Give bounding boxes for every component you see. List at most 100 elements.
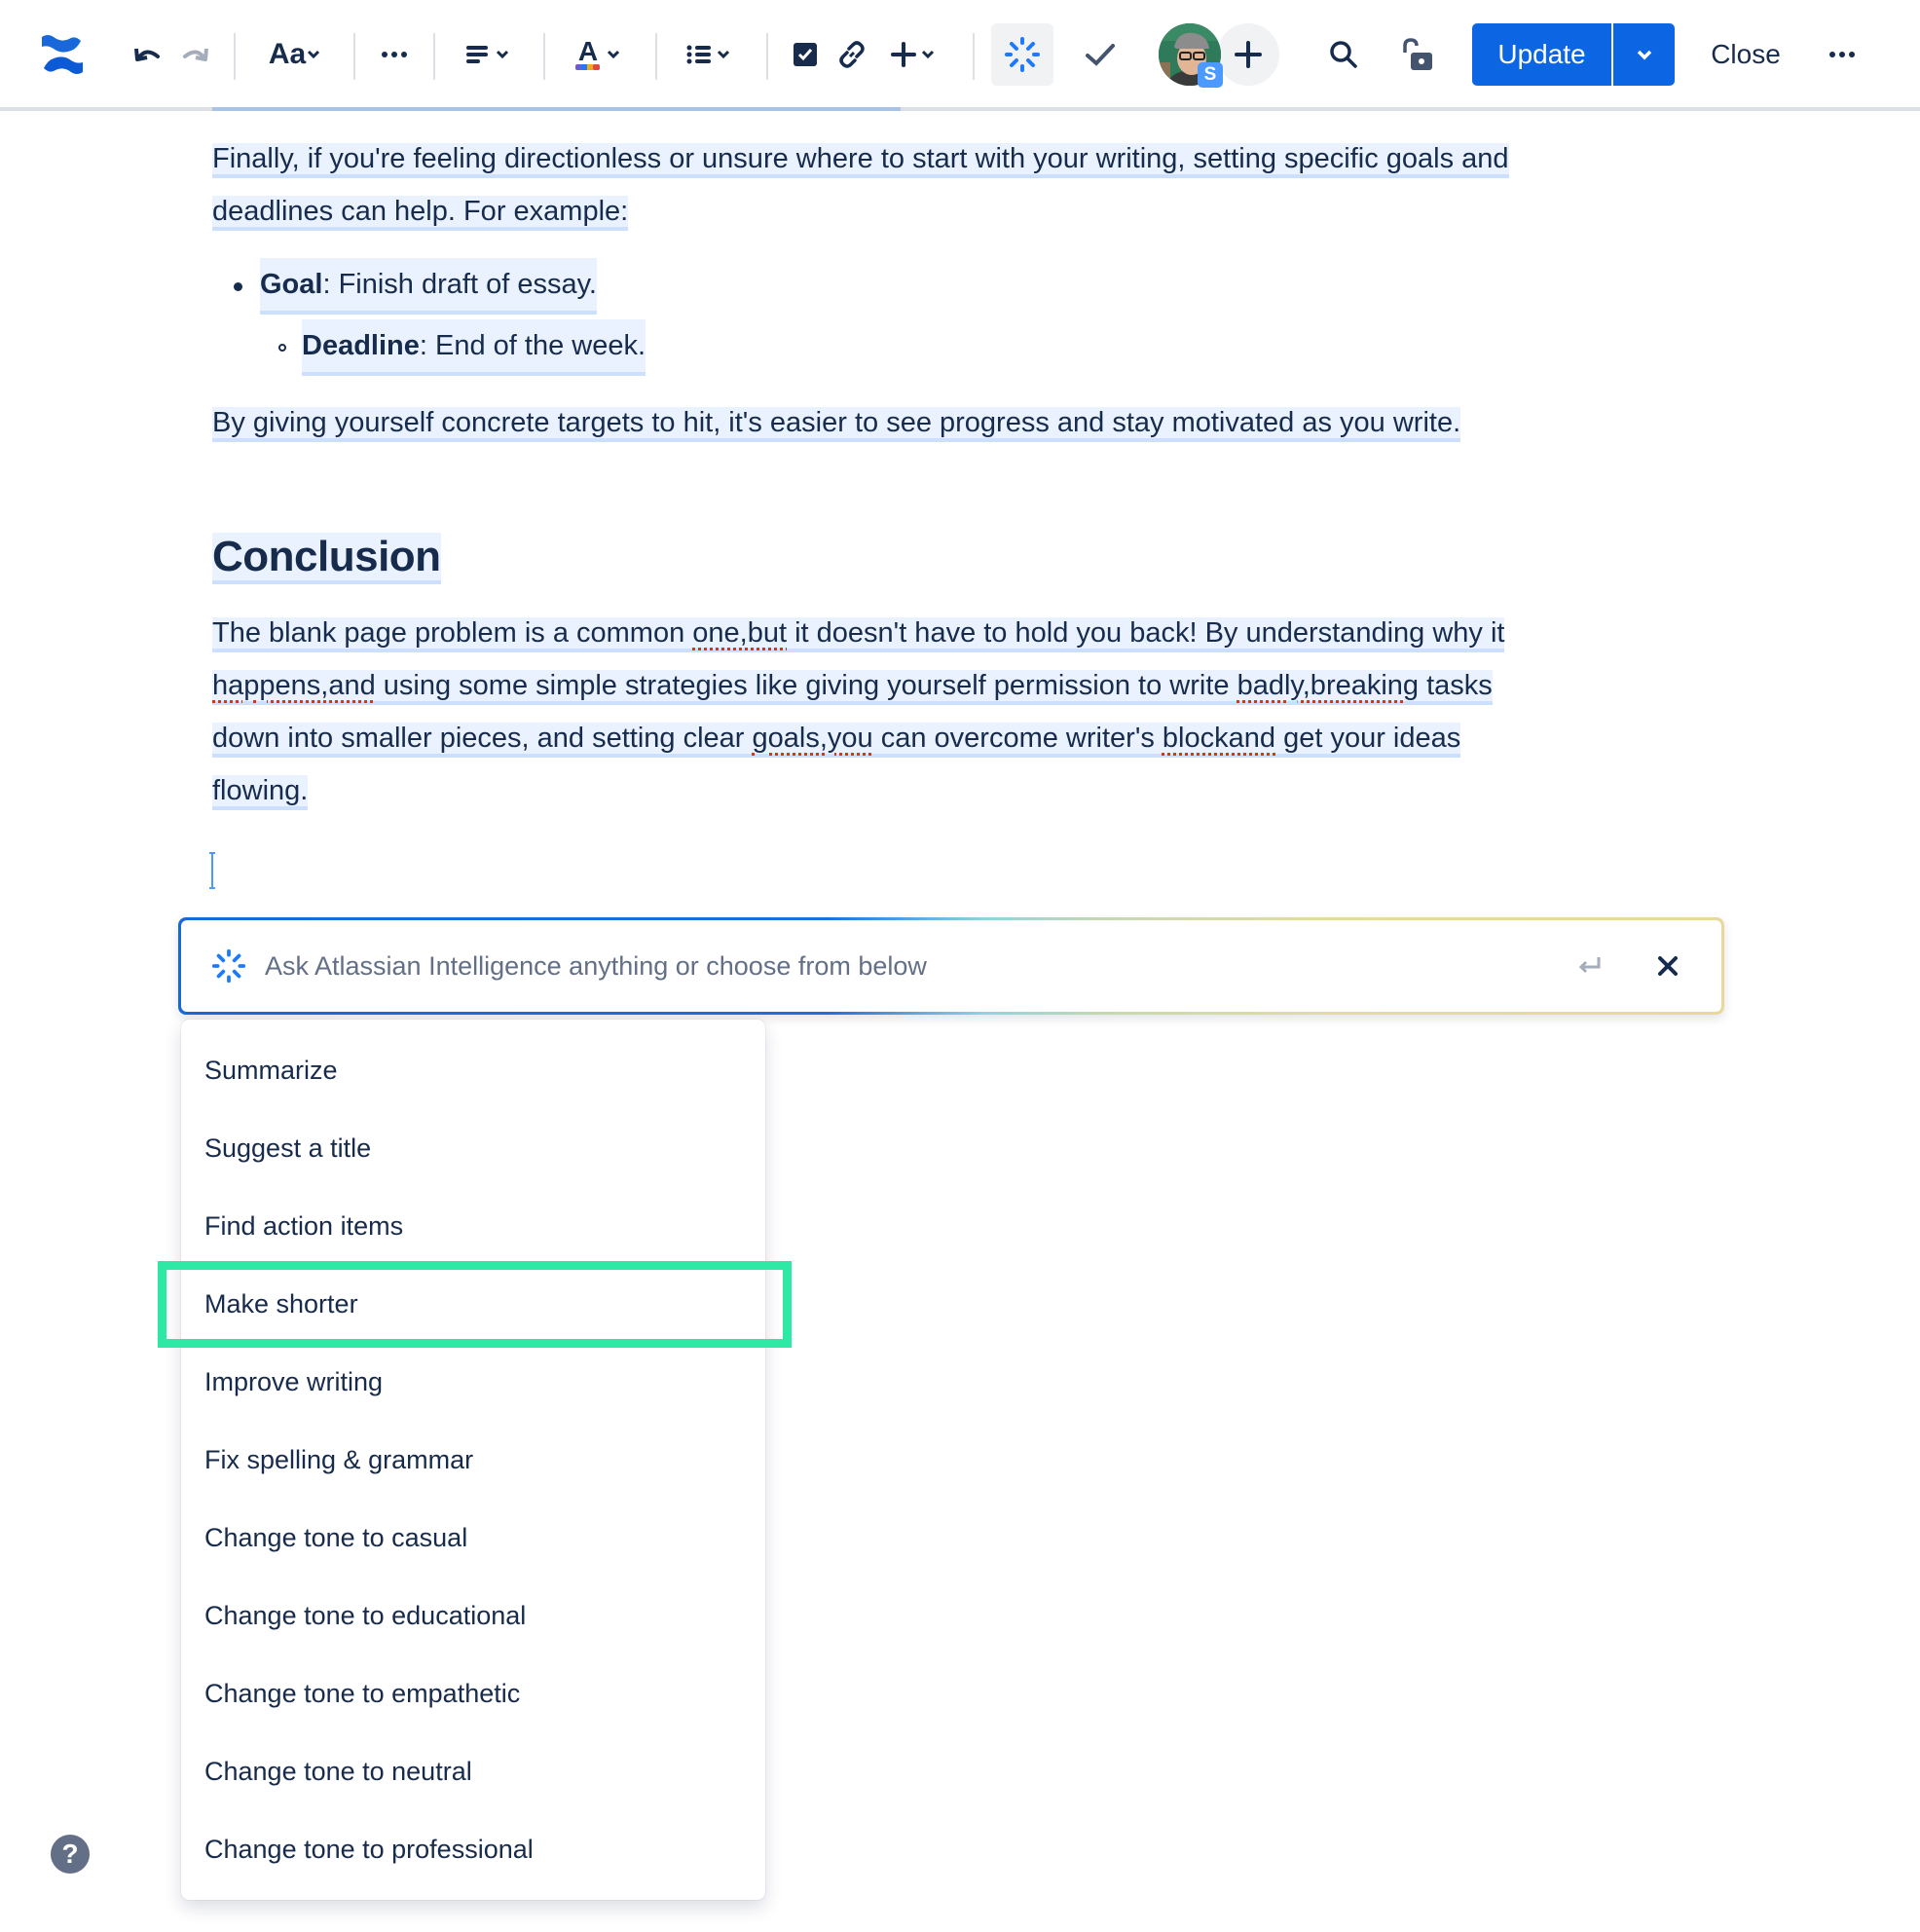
plus-icon <box>1235 41 1262 68</box>
list-item-text: : Finish draft of essay. <box>322 269 597 300</box>
text-run: down into smaller pieces, and setting cl… <box>212 723 753 754</box>
text-run: flowing. <box>212 775 309 810</box>
confluence-logo[interactable] <box>37 30 88 79</box>
list-item: Goal: Finish draft of essay. <box>234 258 597 315</box>
atlassian-intelligence-button[interactable] <box>991 23 1053 86</box>
more-actions-button[interactable] <box>1825 30 1860 79</box>
link-button[interactable] <box>835 30 868 79</box>
chevron-down-icon <box>717 50 730 59</box>
spelling-error[interactable]: goals,you <box>753 723 873 754</box>
atlassian-intelligence-icon <box>211 948 246 984</box>
plus-icon <box>891 42 916 67</box>
redo-icon <box>183 48 208 61</box>
spelling-error[interactable]: one,but <box>692 617 787 649</box>
toolbar-divider <box>353 33 355 80</box>
editor-toolbar: Aa A S Update Close <box>0 0 1920 107</box>
bullet-icon <box>234 281 242 291</box>
text-style-label: Aa <box>268 38 307 70</box>
ai-prompt-input[interactable]: Ask Atlassian Intelligence anything or c… <box>181 920 1721 1012</box>
align-icon <box>466 46 488 63</box>
unlock-icon <box>1403 38 1432 70</box>
avatar-badge: S <box>1198 62 1223 88</box>
text-color-dropdown[interactable]: A <box>571 30 629 79</box>
chevron-down-icon <box>921 50 935 59</box>
menu-item-find-action-items[interactable]: Find action items <box>181 1187 765 1265</box>
update-button[interactable]: Update <box>1472 23 1611 86</box>
list-dropdown[interactable] <box>680 30 738 79</box>
text-run: tasks <box>1419 670 1493 701</box>
toolbar-divider <box>543 33 545 80</box>
menu-item-tone-educational[interactable]: Change tone to educational <box>181 1577 765 1654</box>
bullet-list-icon <box>686 45 711 64</box>
menu-item-suggest-title[interactable]: Suggest a title <box>181 1109 765 1187</box>
list-item-text: : End of the week. <box>419 330 646 361</box>
text-run: using some simple strategies like giving… <box>375 670 1237 701</box>
menu-item-make-shorter[interactable]: Make shorter <box>181 1265 765 1343</box>
spelling-error[interactable]: happens,and <box>212 670 376 701</box>
toolbar-divider <box>766 33 768 80</box>
chevron-down-icon <box>308 50 320 59</box>
list-item-nested: Deadline: End of the week. <box>278 319 646 376</box>
text-cursor <box>209 852 215 889</box>
add-collaborator-button[interactable] <box>1217 23 1279 86</box>
chevron-down-icon <box>496 50 509 59</box>
insert-dropdown[interactable] <box>884 30 944 79</box>
confluence-logo-icon <box>42 35 83 74</box>
toolbar-divider <box>433 33 435 80</box>
more-icon <box>382 52 407 57</box>
toolbar-divider <box>973 33 975 80</box>
text-color-icon: A <box>575 36 601 70</box>
undo-icon <box>134 48 160 61</box>
text-style-dropdown[interactable]: Aa <box>263 30 327 79</box>
enter-icon[interactable] <box>1575 951 1605 981</box>
restrictions-button[interactable] <box>1398 30 1437 79</box>
menu-item-summarize[interactable]: Summarize <box>181 1031 765 1109</box>
section-heading: Conclusion <box>212 528 441 586</box>
more-icon <box>1829 52 1855 57</box>
color-swatch-bar <box>575 64 600 70</box>
atlassian-intelligence-icon <box>1005 37 1040 72</box>
toolbar-divider <box>234 33 236 80</box>
selection-highlight-fragment <box>212 107 901 111</box>
toolbar-divider <box>655 33 657 80</box>
publish-check-button[interactable] <box>1083 30 1118 79</box>
text-run: The blank page problem is a common <box>212 617 693 649</box>
list-item-label: Goal <box>260 269 323 300</box>
menu-item-tone-casual[interactable]: Change tone to casual <box>181 1499 765 1577</box>
paragraph-text: Finally, if you're feeling directionless… <box>212 143 1509 178</box>
redo-button[interactable] <box>177 30 212 79</box>
paragraph-conclusion: The blank page problem is a common one,b… <box>212 607 1702 817</box>
alignment-dropdown[interactable] <box>458 30 518 79</box>
heading-text: Conclusion <box>212 533 441 584</box>
menu-item-improve-writing[interactable]: Improve writing <box>181 1343 765 1421</box>
ai-prompt-placeholder: Ask Atlassian Intelligence anything or c… <box>265 950 927 981</box>
menu-item-tone-empathetic[interactable]: Change tone to empathetic <box>181 1654 765 1732</box>
chevron-down-icon <box>607 50 620 59</box>
help-button[interactable]: ? <box>51 1835 90 1874</box>
close-icon[interactable] <box>1653 951 1682 981</box>
menu-item-tone-professional[interactable]: Change tone to professional <box>181 1810 765 1888</box>
bullet-circle-icon <box>278 344 286 352</box>
text-run: get your ideas <box>1275 723 1461 754</box>
checkbox-icon <box>794 43 817 66</box>
question-mark-icon: ? <box>61 1839 79 1869</box>
spelling-error[interactable]: badly,breaking <box>1237 670 1419 701</box>
text-run: can overcome writer's <box>872 723 1163 754</box>
close-button[interactable]: Close <box>1702 23 1790 86</box>
ai-suggestions-menu: Summarize Suggest a title Find action it… <box>181 1020 765 1900</box>
paragraph-goals: Finally, if you're feeling directionless… <box>212 132 1702 238</box>
paragraph-text: deadlines can help. For example: <box>212 196 629 231</box>
text-color-label: A <box>577 36 599 66</box>
update-options-button[interactable] <box>1613 23 1675 86</box>
action-item-button[interactable] <box>791 30 820 79</box>
menu-item-fix-spelling[interactable]: Fix spelling & grammar <box>181 1421 765 1499</box>
more-formatting-button[interactable] <box>378 30 411 79</box>
undo-button[interactable] <box>130 30 166 79</box>
text-run: it doesn't have to hold you back! By und… <box>787 617 1505 649</box>
search-button[interactable] <box>1324 30 1363 79</box>
list-item-label: Deadline <box>302 330 420 361</box>
check-icon <box>1086 44 1115 66</box>
spelling-error[interactable]: blockand <box>1163 723 1275 754</box>
menu-item-tone-neutral[interactable]: Change tone to neutral <box>181 1732 765 1810</box>
search-icon <box>1330 41 1357 68</box>
